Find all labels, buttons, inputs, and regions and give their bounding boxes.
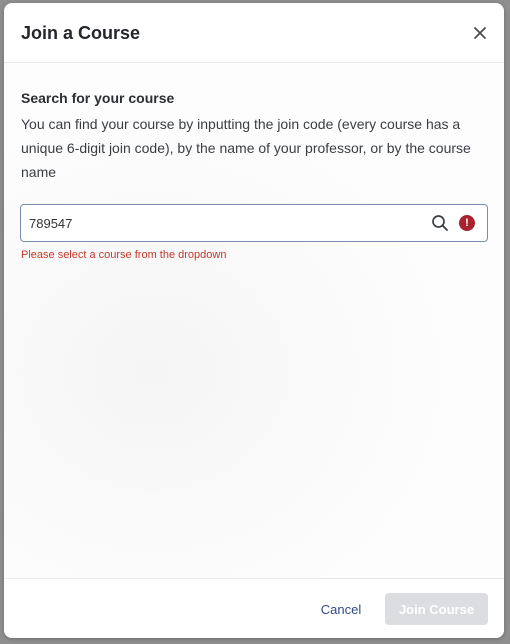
dialog-header: Join a Course bbox=[4, 3, 504, 63]
cancel-button[interactable]: Cancel bbox=[308, 593, 374, 625]
close-button[interactable] bbox=[468, 21, 492, 45]
dialog-body: Search for your course You can find your… bbox=[4, 63, 504, 578]
search-heading: Search for your course bbox=[21, 90, 175, 106]
error-icon: ! bbox=[459, 215, 475, 231]
course-search-input[interactable] bbox=[29, 205, 419, 241]
join-course-button[interactable]: Join Course bbox=[385, 593, 488, 625]
dialog-footer: Cancel Join Course bbox=[4, 578, 504, 638]
search-description: You can find your course by inputting th… bbox=[21, 116, 471, 180]
error-message: Please select a course from the dropdown bbox=[21, 249, 227, 261]
course-search-box: ! bbox=[20, 204, 488, 242]
search-icon[interactable] bbox=[431, 214, 449, 232]
dialog-title: Join a Course bbox=[21, 23, 141, 43]
close-icon bbox=[474, 27, 486, 39]
join-course-dialog: Join a Course Search for your course You… bbox=[4, 3, 504, 638]
